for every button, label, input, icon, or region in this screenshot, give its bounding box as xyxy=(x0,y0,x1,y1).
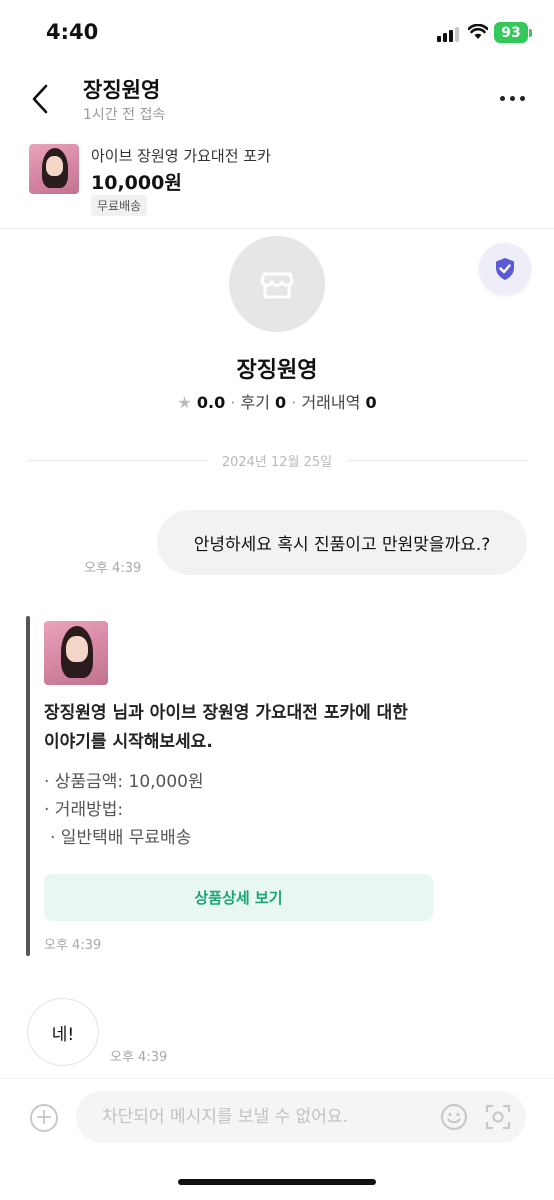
card-intro-text: 장징원영 님과 아이브 장원영 가요대전 포카에 대한 이야기를 시작해보세요. xyxy=(44,699,408,757)
divider xyxy=(0,228,554,229)
message-time: 오후 4:39 xyxy=(84,561,142,576)
product-thumbnail[interactable] xyxy=(29,144,79,194)
chat-date: 2024년 12월 25일 xyxy=(221,455,333,470)
reply-time: 오후 4:39 xyxy=(110,1050,168,1065)
cellular-signal-icon xyxy=(437,27,459,42)
home-indicator[interactable] xyxy=(178,1179,376,1185)
card-method-detail: · 일반택배 무료배송 xyxy=(50,828,192,848)
back-arrow-icon[interactable] xyxy=(30,84,50,118)
card-time: 오후 4:39 xyxy=(44,938,102,953)
safety-shield-button[interactable] xyxy=(479,243,531,295)
smile-icon[interactable] xyxy=(440,1103,468,1135)
trades-label: 거래내역 xyxy=(301,393,361,412)
card-product-image[interactable] xyxy=(44,621,108,685)
header-seller-name: 장징원영 xyxy=(83,78,161,102)
product-detail-button[interactable]: 상품상세 보기 xyxy=(44,874,433,921)
product-title[interactable]: 아이브 장원영 가요대전 포카 xyxy=(91,145,271,166)
more-icon[interactable] xyxy=(500,96,525,101)
reviews-label: 후기 xyxy=(240,393,270,412)
store-icon xyxy=(260,272,294,299)
card-method-item: · 거래방법: xyxy=(44,800,124,820)
card-price-item: · 상품금액: 10,000원 xyxy=(44,772,204,792)
my-message-bubble: 안녕하세요 혹시 진품이고 만원맞을까요.? xyxy=(157,510,527,575)
card-accent-bar xyxy=(26,616,30,956)
wifi-icon xyxy=(467,23,489,44)
star-icon: ★ xyxy=(177,393,192,412)
card-intro-line1: 장징원영 님과 아이브 장원영 가요대전 포카에 대한 xyxy=(44,703,408,723)
header-last-seen: 1시간 전 접속 xyxy=(83,107,166,123)
card-intro-line2: 이야기를 시작해보세요. xyxy=(44,732,213,752)
reply-message-bubble: 네! xyxy=(27,998,99,1066)
card-info-list: · 상품금액: 10,000원 · 거래방법: · 일반택배 무료배송 xyxy=(44,768,204,852)
profile-stats: ★ 0.0 · 후기 0 · 거래내역 0 xyxy=(177,393,377,412)
product-price: 10,000원 xyxy=(91,172,182,194)
seller-avatar[interactable] xyxy=(229,236,325,332)
profile-name: 장징원영 xyxy=(236,358,318,383)
plus-icon[interactable]: + xyxy=(30,1104,58,1132)
status-time: 4:40 xyxy=(46,20,99,44)
battery-indicator: 93 xyxy=(494,22,528,43)
rating-value: 0.0 xyxy=(196,393,226,412)
scan-icon[interactable] xyxy=(485,1104,511,1134)
message-input[interactable] xyxy=(76,1091,424,1143)
shield-check-icon xyxy=(496,258,514,280)
reviews-count: 0 xyxy=(275,393,287,412)
shipping-badge: 무료배송 xyxy=(91,195,148,216)
battery-tip xyxy=(529,29,532,37)
trades-count: 0 xyxy=(365,393,377,412)
input-divider xyxy=(0,1078,554,1079)
